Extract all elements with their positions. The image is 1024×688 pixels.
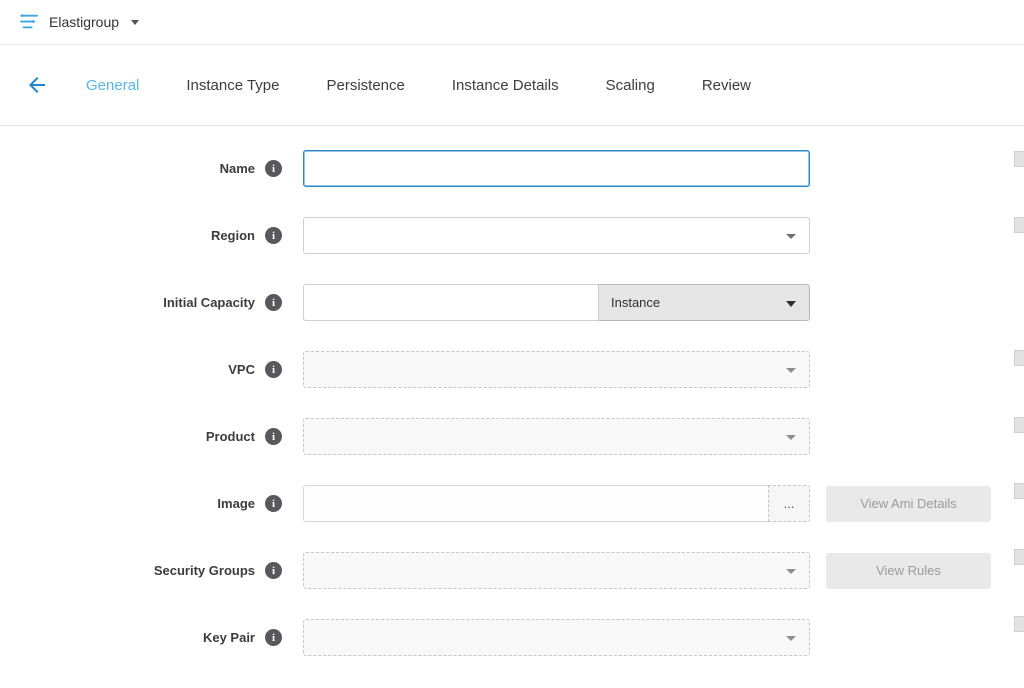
vpc-label: VPC [228, 362, 255, 377]
security-groups-label: Security Groups [154, 563, 255, 578]
elastigroup-logo-icon [18, 13, 40, 31]
security-groups-select [303, 552, 810, 589]
initial-capacity-label: Initial Capacity [163, 295, 255, 310]
info-icon[interactable]: i [265, 361, 282, 378]
form-row-vpc: VPC i [0, 351, 1024, 388]
chevron-down-icon [786, 301, 796, 307]
form-row-region: Region i [0, 217, 1024, 254]
view-ami-details-button[interactable]: View Ami Details [826, 486, 991, 522]
top-bar: Elastigroup [0, 0, 1024, 45]
tab-review[interactable]: Review [702, 67, 751, 104]
info-icon[interactable]: i [265, 160, 282, 177]
tab-scaling[interactable]: Scaling [606, 67, 655, 104]
tab-instance-details[interactable]: Instance Details [452, 67, 559, 104]
clipped-edge-fragment [1014, 417, 1024, 433]
region-select[interactable] [303, 217, 810, 254]
tab-general[interactable]: General [86, 67, 139, 104]
image-input[interactable] [303, 485, 768, 522]
tab-persistence[interactable]: Persistence [327, 67, 405, 104]
initial-capacity-input[interactable] [303, 284, 599, 321]
region-label: Region [211, 228, 255, 243]
form-row-security-groups: Security Groups i View Rules [0, 552, 1024, 589]
clipped-edge-fragment [1014, 151, 1024, 167]
form-row-key-pair: Key Pair i [0, 619, 1024, 656]
key-pair-select [303, 619, 810, 656]
form-row-name: Name i [0, 150, 1024, 187]
tab-list: General Instance Type Persistence Instan… [86, 67, 798, 104]
form-row-initial-capacity: Initial Capacity i Instance [0, 284, 1024, 321]
chevron-down-icon [786, 569, 796, 574]
image-label: Image [217, 496, 255, 511]
clipped-edge-fragment [1014, 350, 1024, 366]
wizard-tab-bar: General Instance Type Persistence Instan… [0, 45, 1024, 126]
form-row-product: Product i [0, 418, 1024, 455]
name-label: Name [220, 161, 255, 176]
chevron-down-icon [786, 368, 796, 373]
info-icon[interactable]: i [265, 428, 282, 445]
clipped-edge-fragment [1014, 483, 1024, 499]
tab-instance-type[interactable]: Instance Type [186, 67, 279, 104]
chevron-down-icon [131, 20, 139, 25]
capacity-unit-select[interactable]: Instance [599, 284, 810, 321]
view-rules-button[interactable]: View Rules [826, 553, 991, 589]
info-icon[interactable]: i [265, 629, 282, 646]
name-input[interactable] [303, 150, 810, 187]
image-browse-button[interactable]: ... [768, 485, 810, 522]
vpc-select [303, 351, 810, 388]
clipped-edge-fragment [1014, 217, 1024, 233]
form-row-image: Image i ... View Ami Details [0, 485, 1024, 522]
clipped-edge-fragment [1014, 616, 1024, 632]
product-select [303, 418, 810, 455]
general-settings-form: Name i Region i Initial Capacity i Insta… [0, 126, 1024, 656]
chevron-down-icon [786, 234, 796, 239]
info-icon[interactable]: i [265, 294, 282, 311]
capacity-unit-value: Instance [611, 295, 660, 310]
chevron-down-icon [786, 435, 796, 440]
info-icon[interactable]: i [265, 227, 282, 244]
product-switcher[interactable]: Elastigroup [18, 13, 139, 31]
back-arrow-icon[interactable] [22, 70, 52, 100]
product-label: Product [206, 429, 255, 444]
chevron-down-icon [786, 636, 796, 641]
clipped-edge-fragment [1014, 549, 1024, 565]
info-icon[interactable]: i [265, 495, 282, 512]
key-pair-label: Key Pair [203, 630, 255, 645]
app-name: Elastigroup [49, 14, 119, 30]
info-icon[interactable]: i [265, 562, 282, 579]
